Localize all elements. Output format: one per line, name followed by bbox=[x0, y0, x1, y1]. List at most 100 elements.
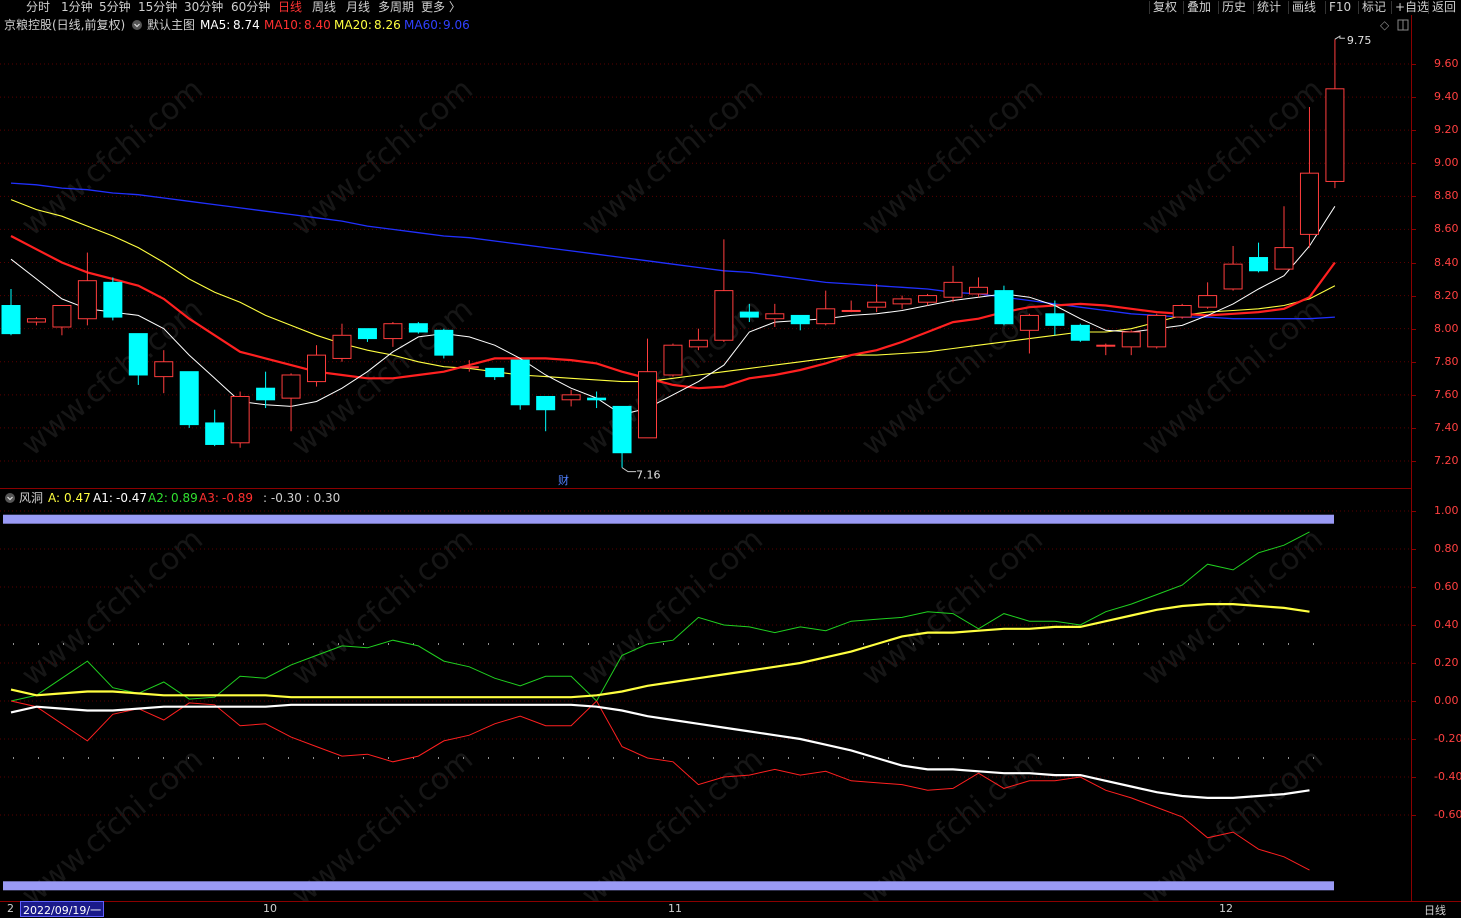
candle-body bbox=[918, 295, 938, 303]
toolbar-button-3[interactable]: 统计 bbox=[1257, 0, 1281, 15]
axis-tick bbox=[1411, 64, 1416, 65]
period-tab-6[interactable]: 日线 bbox=[278, 0, 302, 15]
indicator-line-a2 bbox=[10, 531, 1310, 702]
axis-tick bbox=[1411, 663, 1416, 664]
indicator-line-a3 bbox=[10, 700, 1310, 871]
candle-body bbox=[281, 374, 301, 399]
toolbar-button-4[interactable]: 画线 bbox=[1292, 0, 1316, 15]
toolbar-separator bbox=[1288, 1, 1289, 14]
candle-body bbox=[1325, 88, 1345, 182]
axis-tick bbox=[1411, 777, 1416, 778]
axis-tick bbox=[1411, 427, 1416, 429]
indicator-name[interactable]: 风洞 bbox=[19, 490, 43, 506]
toolbar-button-1[interactable]: 叠加 bbox=[1187, 0, 1211, 15]
price-tick-label: 7.80 bbox=[1434, 354, 1459, 368]
price-tick-label: 8.40 bbox=[1434, 255, 1459, 269]
toolbar-separator bbox=[1358, 1, 1359, 14]
indicator-a-label: A: bbox=[48, 491, 61, 505]
toolbar-button-0[interactable]: 复权 bbox=[1153, 0, 1177, 15]
event-marker: 财 bbox=[558, 473, 569, 487]
axis-tick bbox=[1411, 587, 1416, 588]
candle-body bbox=[256, 387, 276, 401]
indicator-a2-value: 0.89 bbox=[171, 491, 198, 505]
axis-tick bbox=[1411, 549, 1416, 550]
candle-body bbox=[103, 281, 123, 318]
toolbar-button-6[interactable]: 标记 bbox=[1362, 0, 1386, 15]
indicator-line-a bbox=[10, 602, 1310, 699]
price-chart[interactable]: 9.75 7.16 财 bbox=[0, 15, 1411, 901]
lower-band bbox=[3, 881, 1334, 891]
toolbar-separator bbox=[1428, 1, 1429, 14]
candle-body bbox=[1, 305, 21, 335]
candle-body bbox=[1096, 344, 1116, 347]
period-tab-9[interactable]: 多周期 bbox=[378, 0, 414, 15]
indicator-tick-label: 0.40 bbox=[1434, 618, 1459, 631]
period-tab-7[interactable]: 周线 bbox=[312, 0, 336, 15]
candle-body bbox=[739, 311, 759, 318]
candle-body bbox=[459, 366, 479, 369]
period-toolbar: 分时 1分钟 5分钟 15分钟 30分钟 60分钟 日线 周线 月线 多周期 更多 〉 复权 叠加 历史… bbox=[0, 0, 1461, 15]
candle-body bbox=[510, 359, 530, 406]
candle-body bbox=[663, 344, 683, 376]
period-tab-10[interactable]: 更多 〉 bbox=[421, 0, 461, 15]
period-indicator[interactable]: 日线 bbox=[1424, 902, 1446, 918]
price-tick-label: 8.80 bbox=[1434, 189, 1459, 203]
candle-body bbox=[52, 305, 72, 328]
candle-body bbox=[307, 354, 327, 383]
ma60-line bbox=[10, 182, 1335, 320]
candle-body bbox=[1070, 324, 1090, 341]
candle-body bbox=[408, 323, 428, 333]
price-tick-label: 8.00 bbox=[1434, 321, 1459, 335]
axis-tick bbox=[1411, 625, 1416, 626]
candle-body bbox=[434, 329, 454, 356]
candle-body bbox=[1299, 172, 1319, 235]
candle-body bbox=[1198, 295, 1218, 308]
cursor-date-box: 2022/09/19/一 bbox=[20, 901, 105, 917]
axis-tick bbox=[1411, 815, 1416, 816]
price-tick-label: 9.00 bbox=[1434, 156, 1459, 170]
toolbar-button-8[interactable]: 返回 bbox=[1432, 0, 1456, 15]
period-tab-8[interactable]: 月线 bbox=[346, 0, 370, 15]
toolbar-button-7[interactable]: +自选 bbox=[1395, 0, 1429, 15]
axis-tick bbox=[1411, 394, 1416, 396]
candle-body bbox=[816, 308, 836, 325]
period-tab-2[interactable]: 5分钟 bbox=[99, 0, 131, 15]
indicator-tick-label: 1.00 bbox=[1434, 504, 1459, 517]
toolbar-button-2[interactable]: 历史 bbox=[1222, 0, 1246, 15]
indicator-a1-label: A1: bbox=[93, 491, 113, 505]
toolbar-separator bbox=[1325, 1, 1326, 14]
candle-body bbox=[1172, 305, 1192, 318]
candle-body bbox=[26, 318, 46, 323]
candle-body bbox=[128, 333, 148, 376]
candle-body bbox=[688, 339, 708, 348]
indicator-a1-value: -0.47 bbox=[116, 491, 148, 505]
period-tab-0[interactable]: 分时 bbox=[26, 0, 50, 15]
candle-body bbox=[230, 395, 250, 444]
candle-body bbox=[561, 394, 581, 401]
period-tab-4[interactable]: 30分钟 bbox=[184, 0, 223, 15]
indicator-a2-label: A2: bbox=[148, 491, 168, 505]
indicator-a-value: 0.47 bbox=[64, 491, 91, 505]
indicator-tick-label: -0.20 bbox=[1434, 732, 1461, 745]
axis-tick bbox=[1411, 163, 1416, 165]
candle-body bbox=[765, 313, 785, 320]
candle-body bbox=[536, 395, 556, 411]
toolbar-separator bbox=[1253, 1, 1254, 14]
price-tick-label: 7.20 bbox=[1434, 454, 1459, 467]
candle-body bbox=[612, 405, 632, 454]
period-tab-3[interactable]: 15分钟 bbox=[138, 0, 177, 15]
period-tab-5[interactable]: 60分钟 bbox=[231, 0, 270, 15]
toolbar-button-5[interactable]: F10 bbox=[1329, 0, 1351, 15]
axis-tick bbox=[1411, 328, 1416, 330]
candle-body bbox=[383, 323, 403, 340]
period-tab-1[interactable]: 1分钟 bbox=[61, 0, 93, 15]
candle-body bbox=[357, 328, 377, 340]
candle-body bbox=[867, 301, 887, 308]
axis-tick bbox=[1411, 739, 1416, 740]
pane-divider[interactable] bbox=[0, 488, 1411, 489]
low-price-label: 7.16 bbox=[636, 469, 661, 482]
candle-body bbox=[1045, 313, 1065, 326]
indicator-tick-label: 0.20 bbox=[1434, 656, 1459, 669]
indicator-settings-icon[interactable] bbox=[4, 490, 16, 506]
axis-tick bbox=[1411, 511, 1416, 512]
